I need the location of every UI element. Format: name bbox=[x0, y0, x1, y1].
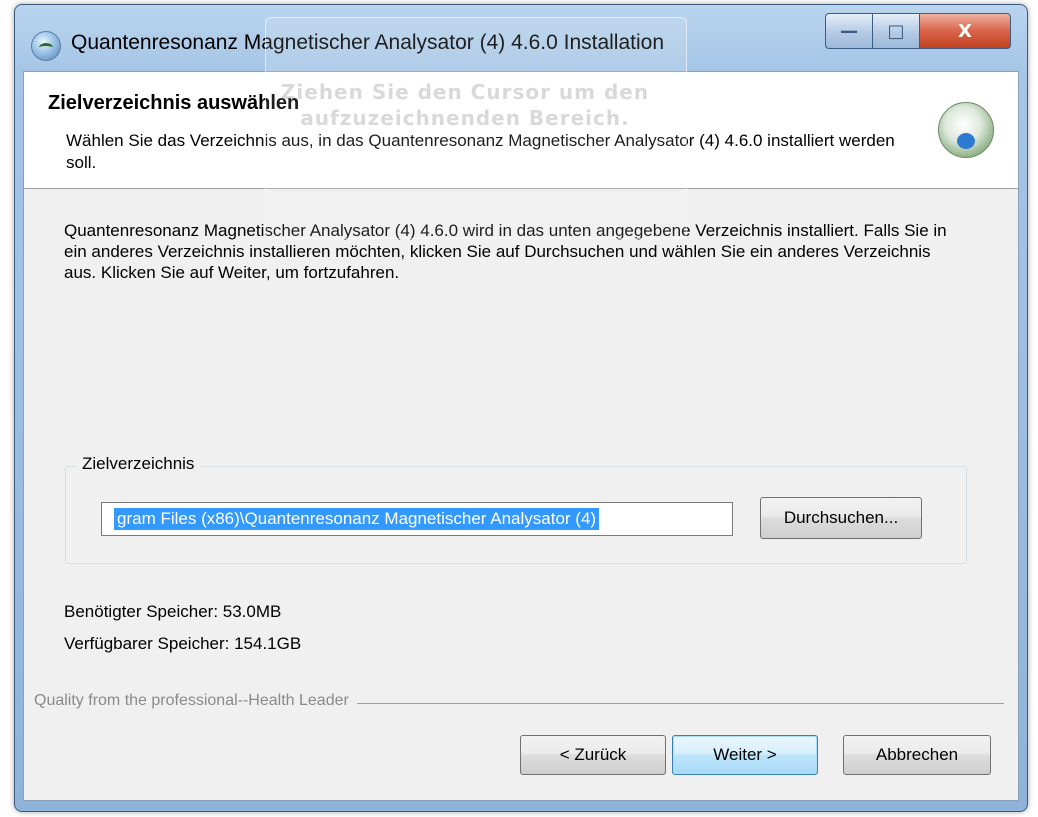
back-button[interactable]: < Zurück bbox=[520, 735, 666, 775]
destination-group-label: Zielverzeichnis bbox=[76, 454, 201, 474]
close-button[interactable]: X bbox=[919, 13, 1011, 49]
cancel-button[interactable]: Abbrechen bbox=[843, 735, 991, 775]
browse-button[interactable]: Durchsuchen... bbox=[760, 497, 922, 539]
download-arrow-icon bbox=[957, 133, 975, 149]
available-space-label: Verfügbarer Speicher: 154.1GB bbox=[64, 634, 302, 653]
capture-hint-text: Ziehen Sie den Cursor um den aufzuzeichn… bbox=[280, 80, 650, 130]
destination-path-input[interactable]: gram Files (x86)\Quantenresonanz Magneti… bbox=[101, 502, 733, 536]
minimize-button[interactable]: — bbox=[825, 13, 873, 49]
installer-globe-icon bbox=[938, 102, 994, 158]
maximize-button[interactable]: □ bbox=[872, 13, 920, 49]
next-button[interactable]: Weiter > bbox=[672, 735, 818, 775]
installer-window: Quantenresonanz Magnetischer Analysator … bbox=[14, 4, 1028, 812]
installer-app-icon bbox=[31, 31, 61, 61]
destination-path-value: gram Files (x86)\Quantenresonanz Magneti… bbox=[114, 508, 600, 530]
branding-text: Quality from the professional--Health Le… bbox=[34, 692, 357, 710]
required-space-label: Benötigter Speicher: 53.0MB bbox=[64, 602, 282, 621]
